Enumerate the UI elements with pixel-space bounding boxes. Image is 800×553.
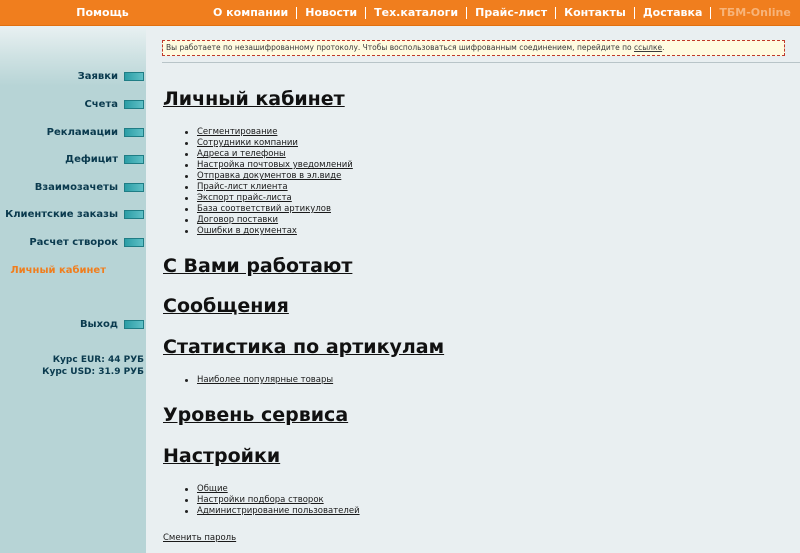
sidebar-item-label: Расчет створок xyxy=(29,236,118,248)
divider xyxy=(162,62,800,63)
nav-brand-link[interactable]: ТБМ-Online xyxy=(710,6,798,19)
sidebar-marker-icon xyxy=(124,319,144,329)
link-segmentation[interactable]: Сегментирование xyxy=(197,127,277,137)
list-item: Общие xyxy=(182,484,360,495)
settings-links-list: Общие Настройки подбора створок Админист… xyxy=(182,484,360,517)
stats-links-list: Наиболее популярные товары xyxy=(182,375,333,386)
list-item: Договор поставки xyxy=(182,215,353,226)
main-content: Вы работаете по незашифрованному протоко… xyxy=(146,26,800,553)
link-employees[interactable]: Сотрудники компании xyxy=(197,138,298,148)
list-item: Экспорт прайс-листа xyxy=(182,193,353,204)
secure-connection-link[interactable]: ссылке xyxy=(634,43,662,52)
list-item: Настройка почтовых уведомлений xyxy=(182,160,353,171)
link-mail-notifications[interactable]: Настройка почтовых уведомлений xyxy=(197,160,353,170)
nav-pricelist-link[interactable]: Прайс-лист xyxy=(466,6,555,19)
link-addresses[interactable]: Адреса и телефоны xyxy=(197,149,286,159)
list-item: Ошибки в документах xyxy=(182,226,353,237)
sidebar-marker-icon xyxy=(124,182,144,192)
nav-delivery-link[interactable]: Доставка xyxy=(633,6,711,19)
sidebar-item-client-orders[interactable]: Клиентские заказы xyxy=(0,204,146,224)
warning-tail: . xyxy=(662,43,665,52)
nav-news-link[interactable]: Новости xyxy=(296,6,365,19)
sidebar-marker-icon xyxy=(124,237,144,247)
sidebar-item-label: Взаимозачеты xyxy=(34,181,118,193)
sidebar-marker-icon xyxy=(124,99,144,109)
sidebar-item-requests[interactable]: Заявки xyxy=(0,66,146,86)
link-sash-settings[interactable]: Настройки подбора створок xyxy=(197,495,324,505)
sidebar-item-label: Заявки xyxy=(77,70,118,82)
sidebar: Заявки Счета Рекламации Дефицит Взаимоза… xyxy=(0,26,146,553)
sidebar-item-label: Выход xyxy=(79,318,118,330)
sidebar-item-deficit[interactable]: Дефицит xyxy=(0,149,146,169)
section-title-service: Уровень сервиса xyxy=(163,404,349,426)
list-item: Прайс-лист клиента xyxy=(182,182,353,193)
link-supply-contract[interactable]: Договор поставки xyxy=(197,215,278,225)
sidebar-marker-icon xyxy=(124,71,144,81)
change-password-link[interactable]: Сменить пароль xyxy=(163,533,236,543)
section-title-messages: Сообщения xyxy=(163,295,289,317)
cabinet-links-list: Сегментирование Сотрудники компании Адре… xyxy=(182,127,353,237)
sidebar-item-claims[interactable]: Рекламации xyxy=(0,122,146,142)
warning-text: Вы работаете по незашифрованному протоко… xyxy=(166,43,635,52)
section-title-working: С Вами работают xyxy=(163,255,353,277)
sidebar-marker-icon xyxy=(124,127,144,137)
top-navbar: Помощь О компании Новости Тех.каталоги П… xyxy=(0,0,800,26)
list-item: База соответствий артикулов xyxy=(182,204,353,215)
sidebar-item-cabinet[interactable]: Личный кабинет xyxy=(0,260,146,280)
list-item: Наиболее популярные товары xyxy=(182,375,333,386)
list-item: Отправка документов в эл.виде xyxy=(182,171,353,182)
list-item: Администрирование пользователей xyxy=(182,506,360,517)
nav-catalogs-link[interactable]: Тех.каталоги xyxy=(365,6,466,19)
nav-contacts-link[interactable]: Контакты xyxy=(555,6,634,19)
insecure-protocol-warning: Вы работаете по незашифрованному протоко… xyxy=(162,40,785,56)
section-title-stats: Статистика по артикулам xyxy=(163,336,445,358)
sidebar-item-label: Счета xyxy=(84,98,118,110)
link-user-admin[interactable]: Администрирование пользователей xyxy=(197,506,360,516)
sidebar-item-label: Дефицит xyxy=(65,153,118,165)
main-nav: О компании Новости Тех.каталоги Прайс-ли… xyxy=(205,0,799,25)
sidebar-item-offsets[interactable]: Взаимозачеты xyxy=(0,177,146,197)
sidebar-item-invoices[interactable]: Счета xyxy=(0,94,146,114)
sidebar-item-label: Рекламации xyxy=(46,126,118,138)
nav-about-link[interactable]: О компании xyxy=(205,6,296,19)
list-item: Настройки подбора створок xyxy=(182,495,360,506)
section-title-cabinet: Личный кабинет xyxy=(163,88,345,110)
nav-help-link[interactable]: Помощь xyxy=(0,0,205,25)
link-client-pricelist[interactable]: Прайс-лист клиента xyxy=(197,182,288,192)
link-edocuments[interactable]: Отправка документов в эл.виде xyxy=(197,171,341,181)
link-document-errors[interactable]: Ошибки в документах xyxy=(197,226,297,236)
sidebar-item-sash-calc[interactable]: Расчет створок xyxy=(0,232,146,252)
list-item: Сегментирование xyxy=(182,127,353,138)
sidebar-marker-icon xyxy=(124,154,144,164)
sidebar-marker-icon xyxy=(124,209,144,219)
list-item: Сотрудники компании xyxy=(182,138,353,149)
sidebar-item-label: Клиентские заказы xyxy=(5,208,118,220)
link-export-pricelist[interactable]: Экспорт прайс-листа xyxy=(197,193,292,203)
link-general-settings[interactable]: Общие xyxy=(197,484,228,494)
section-title-settings: Настройки xyxy=(163,445,281,467)
exchange-rate-eur: Курс EUR: 44 РУБ xyxy=(52,355,144,365)
sidebar-item-label: Личный кабинет xyxy=(10,264,106,276)
exchange-rate-usd: Курс USD: 31.9 РУБ xyxy=(42,367,144,377)
sidebar-item-logout[interactable]: Выход xyxy=(0,314,146,334)
link-popular-products[interactable]: Наиболее популярные товары xyxy=(197,375,333,385)
link-article-matches[interactable]: База соответствий артикулов xyxy=(197,204,331,214)
list-item: Адреса и телефоны xyxy=(182,149,353,160)
